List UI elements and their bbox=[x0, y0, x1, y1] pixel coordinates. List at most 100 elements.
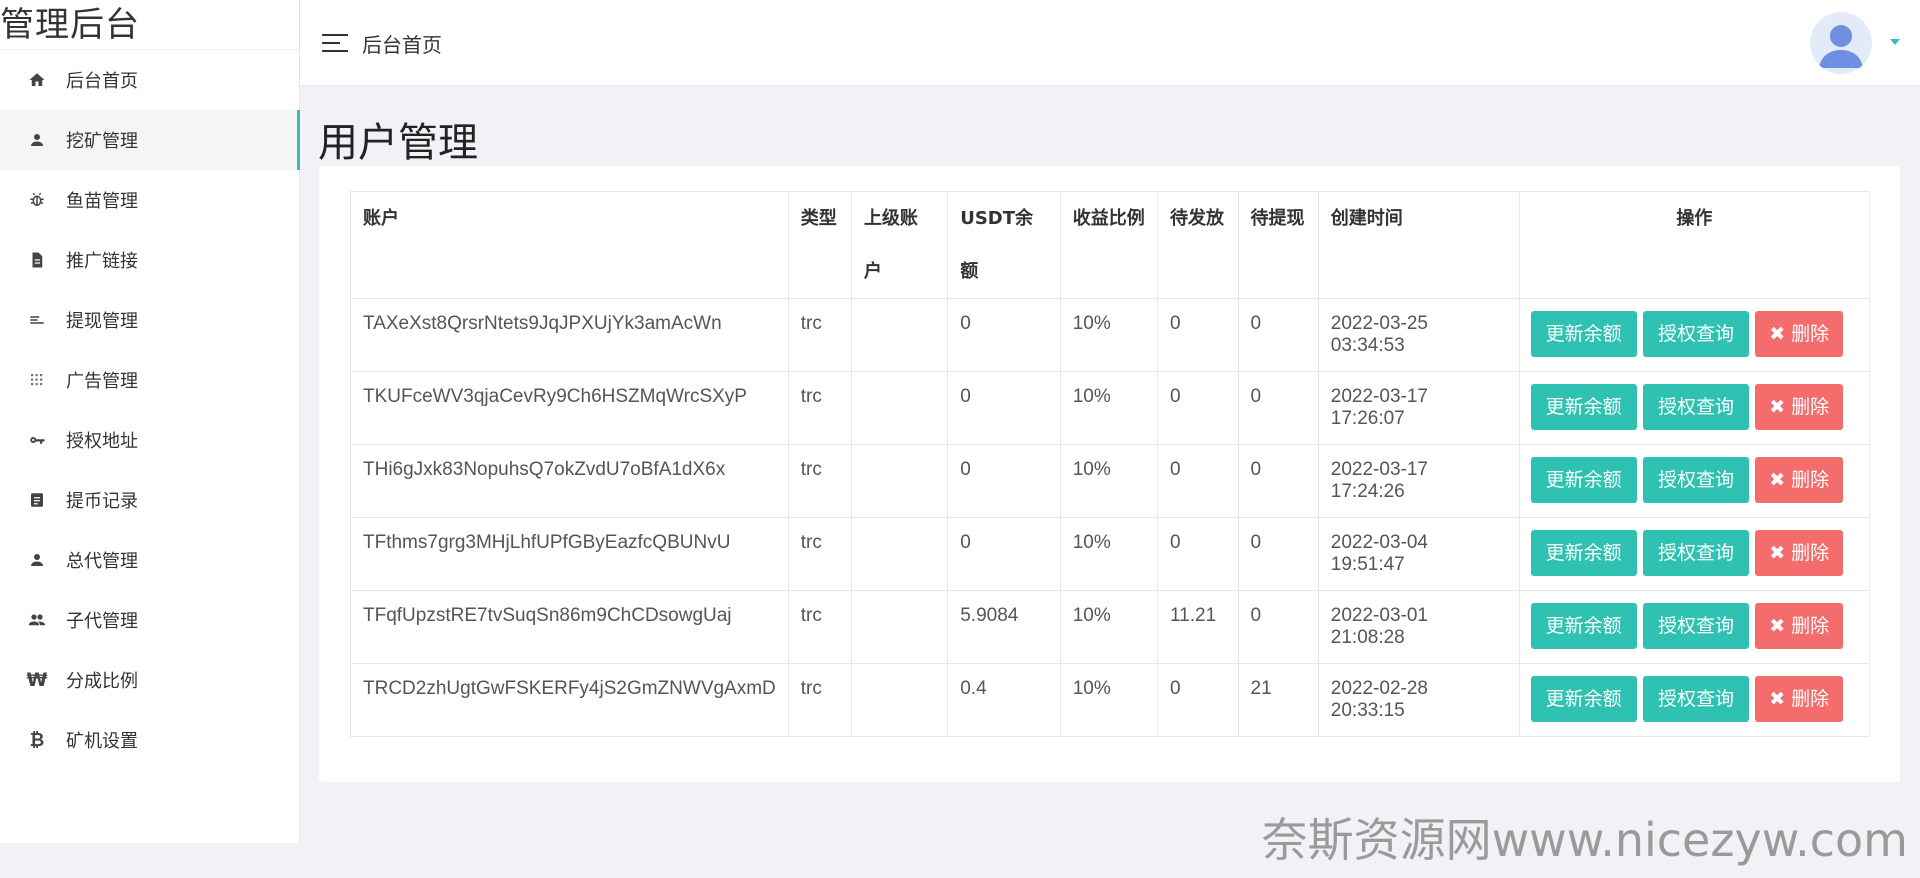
delete-button[interactable]: ✖ 删除 bbox=[1755, 530, 1844, 576]
sidebar-item-label: 授权地址 bbox=[66, 431, 138, 452]
actions-cell: 更新余额 授权查询 ✖ 删除 bbox=[1518, 371, 1871, 445]
pending-cell: 0 bbox=[1157, 517, 1239, 591]
close-icon: ✖ bbox=[1769, 323, 1786, 345]
delete-button[interactable]: ✖ 删除 bbox=[1755, 384, 1844, 430]
update-balance-button[interactable]: 更新余额 bbox=[1530, 530, 1637, 576]
update-balance-button[interactable]: 更新余额 bbox=[1530, 384, 1637, 430]
created-cell: 2022-03-04 19:51:47 bbox=[1317, 517, 1520, 591]
sidebar-item-coin-records[interactable]: 提币记录 bbox=[0, 470, 299, 530]
update-balance-button[interactable]: 更新余额 bbox=[1530, 676, 1637, 722]
actions-cell: 更新余额 授权查询 ✖ 删除 bbox=[1518, 663, 1871, 737]
parent-cell bbox=[850, 298, 949, 372]
column-header-pending: 待发放 bbox=[1157, 191, 1239, 299]
table-row: TFqfUpzstRE7tvSuqSn86m9ChCDsowgUaj trc 5… bbox=[350, 590, 1871, 664]
type-cell: trc bbox=[787, 371, 852, 445]
sidebar-item-auth-address[interactable]: 授权地址 bbox=[0, 410, 299, 470]
account-cell: THi6gJxk83NopuhsQ7okZvdU7oBfA1dX6x bbox=[350, 444, 789, 518]
users-table: 账户 类型 上级账户 USDT余额 收益比例 待发放 待提现 创建时间 操作 T… bbox=[350, 191, 1871, 737]
file-icon bbox=[27, 250, 47, 270]
bitcoin-icon: ₿ bbox=[29, 729, 45, 751]
type-cell: trc bbox=[787, 298, 852, 372]
ratio-cell: 10% bbox=[1059, 298, 1159, 372]
sidebar-item-label: 子代管理 bbox=[66, 611, 138, 632]
delete-button[interactable]: ✖ 删除 bbox=[1755, 457, 1844, 503]
type-cell: trc bbox=[787, 444, 852, 518]
update-balance-button[interactable]: 更新余额 bbox=[1530, 457, 1637, 503]
update-balance-button[interactable]: 更新余额 bbox=[1530, 603, 1637, 649]
column-header-ratio: 收益比例 bbox=[1059, 191, 1159, 299]
actions-cell: 更新余额 授权查询 ✖ 删除 bbox=[1518, 517, 1871, 591]
sidebar-menu: 后台首页 挖矿管理 鱼苗管理 推广链接 提现管理 广告管理 授权地址 提币记录 bbox=[0, 50, 300, 770]
won-icon: ₩ bbox=[26, 669, 48, 691]
sidebar-item-dashboard[interactable]: 后台首页 bbox=[0, 50, 299, 110]
close-icon: ✖ bbox=[1769, 396, 1786, 418]
column-header-usdt: USDT余额 bbox=[947, 191, 1061, 299]
sidebar-item-withdrawals[interactable]: 提现管理 bbox=[0, 290, 299, 350]
sidebar-item-fry[interactable]: 鱼苗管理 bbox=[0, 170, 299, 230]
breadcrumb-title: 后台首页 bbox=[362, 33, 442, 57]
auth-query-button[interactable]: 授权查询 bbox=[1642, 384, 1749, 430]
usdt-cell: 0.4 bbox=[947, 663, 1061, 737]
table-row: TFthms7grg3MHjLhfUPfGByEazfcQBUNvU trc 0… bbox=[350, 517, 1871, 591]
delete-label: 删除 bbox=[1791, 615, 1830, 637]
pending-cell: 0 bbox=[1157, 444, 1239, 518]
auth-query-button[interactable]: 授权查询 bbox=[1642, 676, 1749, 722]
table-row: TKUFceWV3qjaCevRy9Ch6HSZMqWrcSXyP trc 0 … bbox=[350, 371, 1871, 445]
column-header-account: 账户 bbox=[350, 191, 789, 299]
column-header-type: 类型 bbox=[787, 191, 852, 299]
pending-cell: 11.21 bbox=[1157, 590, 1239, 664]
delete-button[interactable]: ✖ 删除 bbox=[1755, 311, 1844, 357]
parent-cell bbox=[850, 517, 949, 591]
delete-button[interactable]: ✖ 删除 bbox=[1755, 603, 1844, 649]
table-header-row: 账户 类型 上级账户 USDT余额 收益比例 待发放 待提现 创建时间 操作 bbox=[350, 191, 1871, 299]
close-icon: ✖ bbox=[1769, 542, 1786, 564]
auth-query-button[interactable]: 授权查询 bbox=[1642, 457, 1749, 503]
watermark-text: 奈斯资源网www.nicezyw.com bbox=[1261, 813, 1908, 867]
sidebar-item-sub-agents[interactable]: 子代管理 bbox=[0, 590, 299, 650]
grid-icon bbox=[27, 370, 47, 390]
close-icon: ✖ bbox=[1769, 469, 1786, 491]
sidebar-item-general-agents[interactable]: 总代管理 bbox=[0, 530, 299, 590]
pending-cell: 0 bbox=[1157, 663, 1239, 737]
user-icon bbox=[27, 550, 47, 570]
type-cell: trc bbox=[787, 517, 852, 591]
sidebar-item-promo-link[interactable]: 推广链接 bbox=[0, 230, 299, 290]
chevron-down-icon[interactable] bbox=[1890, 39, 1900, 45]
usdt-cell: 0 bbox=[947, 371, 1061, 445]
avatar[interactable] bbox=[1810, 12, 1872, 74]
created-cell: 2022-02-28 20:33:15 bbox=[1317, 663, 1520, 737]
page-title: 用户管理 bbox=[318, 120, 478, 166]
account-cell: TKUFceWV3qjaCevRy9Ch6HSZMqWrcSXyP bbox=[350, 371, 789, 445]
created-cell: 2022-03-01 21:08:28 bbox=[1317, 590, 1520, 664]
auth-query-button[interactable]: 授权查询 bbox=[1642, 311, 1749, 357]
update-balance-button[interactable]: 更新余额 bbox=[1530, 311, 1637, 357]
bug-icon bbox=[27, 190, 47, 210]
sidebar-item-label: 总代管理 bbox=[66, 551, 138, 572]
sidebar-item-mining[interactable]: 挖矿管理 bbox=[0, 110, 300, 170]
delete-button[interactable]: ✖ 删除 bbox=[1755, 676, 1844, 722]
ratio-cell: 10% bbox=[1059, 590, 1159, 664]
column-header-withdraw: 待提现 bbox=[1237, 191, 1319, 299]
sidebar-item-commission[interactable]: ₩ 分成比例 bbox=[0, 650, 299, 710]
delete-label: 删除 bbox=[1791, 688, 1830, 710]
table-row: TAXeXst8QrsrNtets9JqJPXUjYk3amAcWn trc 0… bbox=[350, 298, 1871, 372]
menu-toggle-icon[interactable] bbox=[322, 33, 348, 53]
auth-query-button[interactable]: 授权查询 bbox=[1642, 530, 1749, 576]
auth-query-button[interactable]: 授权查询 bbox=[1642, 603, 1749, 649]
ratio-cell: 10% bbox=[1059, 517, 1159, 591]
ratio-cell: 10% bbox=[1059, 663, 1159, 737]
user-icon bbox=[27, 130, 47, 150]
usdt-cell: 0 bbox=[947, 298, 1061, 372]
created-cell: 2022-03-17 17:24:26 bbox=[1317, 444, 1520, 518]
column-header-created: 创建时间 bbox=[1317, 191, 1520, 299]
account-cell: TRCD2zhUgtGwFSKERFy4jS2GmZNWVgAxmD bbox=[350, 663, 789, 737]
delete-label: 删除 bbox=[1791, 323, 1830, 345]
key-icon bbox=[27, 430, 47, 450]
sidebar-item-miner-settings[interactable]: ₿ 矿机设置 bbox=[0, 710, 299, 770]
withdraw-cell: 21 bbox=[1237, 663, 1319, 737]
sidebar-item-label: 鱼苗管理 bbox=[66, 191, 138, 212]
account-cell: TAXeXst8QrsrNtets9JqJPXUjYk3amAcWn bbox=[350, 298, 789, 372]
sidebar-item-ads[interactable]: 广告管理 bbox=[0, 350, 299, 410]
column-header-actions: 操作 bbox=[1518, 191, 1871, 299]
document-icon bbox=[27, 490, 47, 510]
